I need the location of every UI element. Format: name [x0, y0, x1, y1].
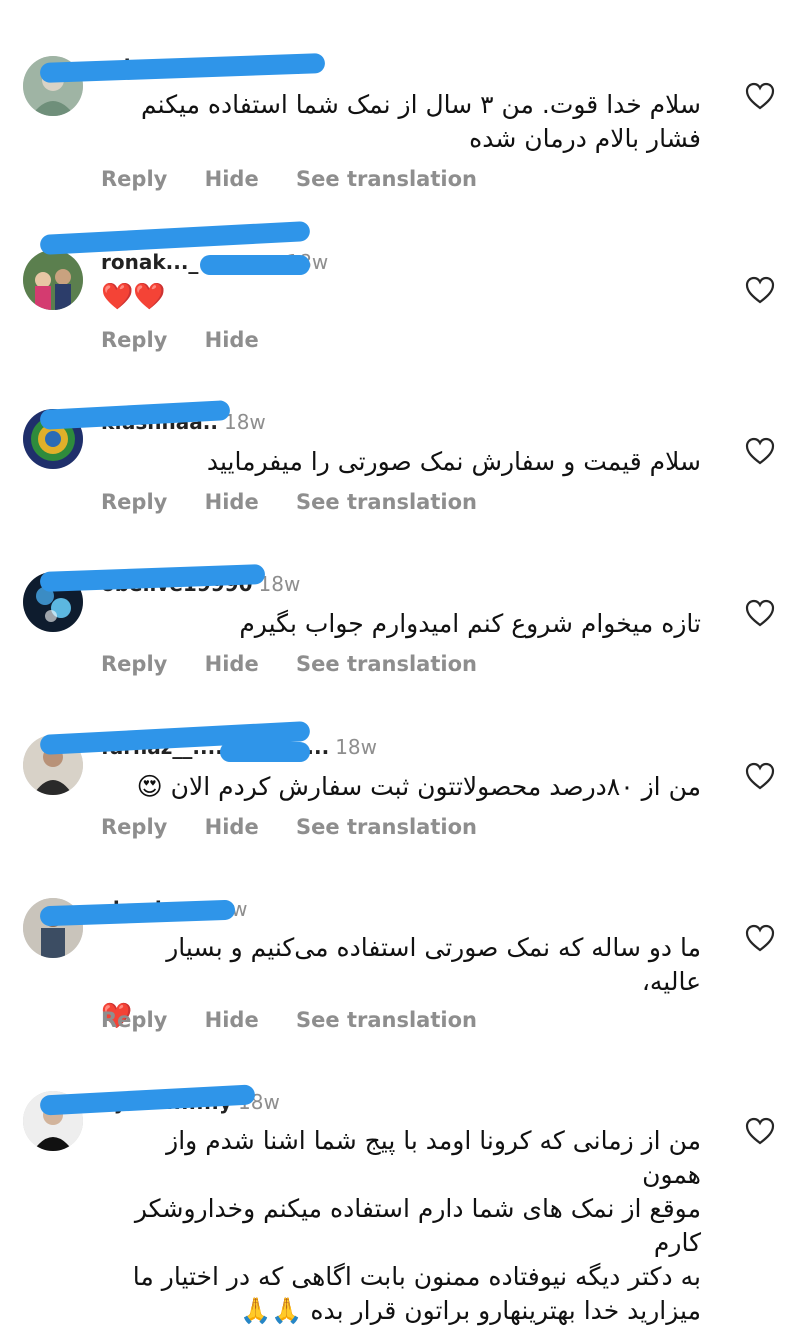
redaction-mark: [220, 742, 310, 762]
see-translation-button[interactable]: See translation: [296, 490, 477, 514]
heart-icon[interactable]: [744, 598, 776, 628]
reply-button[interactable]: Reply: [101, 652, 167, 676]
see-translation-button[interactable]: See translation: [296, 1008, 477, 1032]
comment-text: سلام قیمت و سفارش نمک صورتی را میفرمایید: [206, 447, 701, 476]
comment-actions: Reply Hide See translation: [101, 652, 507, 682]
see-translation-button[interactable]: See translation: [296, 167, 477, 191]
heart-icon[interactable]: [744, 436, 776, 466]
comment-actions: Reply Hide See translation: [101, 167, 507, 197]
reply-button[interactable]: Reply: [101, 815, 167, 839]
comment-age: 18w: [335, 735, 378, 759]
hide-button[interactable]: Hide: [205, 328, 259, 352]
see-translation-button[interactable]: See translation: [296, 652, 477, 676]
comment-text: من از زمانی که کرونا اومد با پیج شما اشن…: [132, 1126, 701, 1325]
hide-button[interactable]: Hide: [205, 1008, 259, 1032]
comment-actions: Reply Hide See translation: [101, 490, 507, 520]
hide-button[interactable]: Hide: [205, 167, 259, 191]
heart-icon[interactable]: [744, 275, 776, 305]
heart-icon[interactable]: [744, 1116, 776, 1146]
redaction-mark: [200, 255, 310, 275]
comment-text: ❤️❤️: [101, 282, 166, 312]
hide-button[interactable]: Hide: [205, 652, 259, 676]
heart-icon[interactable]: [744, 761, 776, 791]
hide-button[interactable]: Hide: [205, 490, 259, 514]
reply-button[interactable]: Reply: [101, 167, 167, 191]
heart-icon[interactable]: [744, 923, 776, 953]
heart-icon[interactable]: [744, 81, 776, 111]
reply-button[interactable]: Reply: [101, 328, 167, 352]
comment-actions: Reply Hide See translation: [101, 1008, 507, 1038]
reply-button[interactable]: Reply: [101, 490, 167, 514]
see-translation-button[interactable]: See translation: [296, 815, 477, 839]
comment-actions: Reply Hide See translation: [101, 815, 507, 845]
comment-text: من از ۸۰درصد محصولاتتون ثبت سفارش کردم ا…: [136, 772, 701, 801]
comment-text: تازه میخوام شروع کنم امیدوارم جواب بگیرم: [239, 609, 701, 638]
avatar[interactable]: [23, 250, 83, 310]
comment-actions: Reply Hide: [101, 328, 289, 358]
comment-text: سلام خدا قوت. من ۳ سال از نمک شما استفاد…: [141, 90, 701, 153]
reply-button[interactable]: Reply: [101, 1008, 167, 1032]
hide-button[interactable]: Hide: [205, 815, 259, 839]
comment-age: 18w: [223, 410, 266, 434]
